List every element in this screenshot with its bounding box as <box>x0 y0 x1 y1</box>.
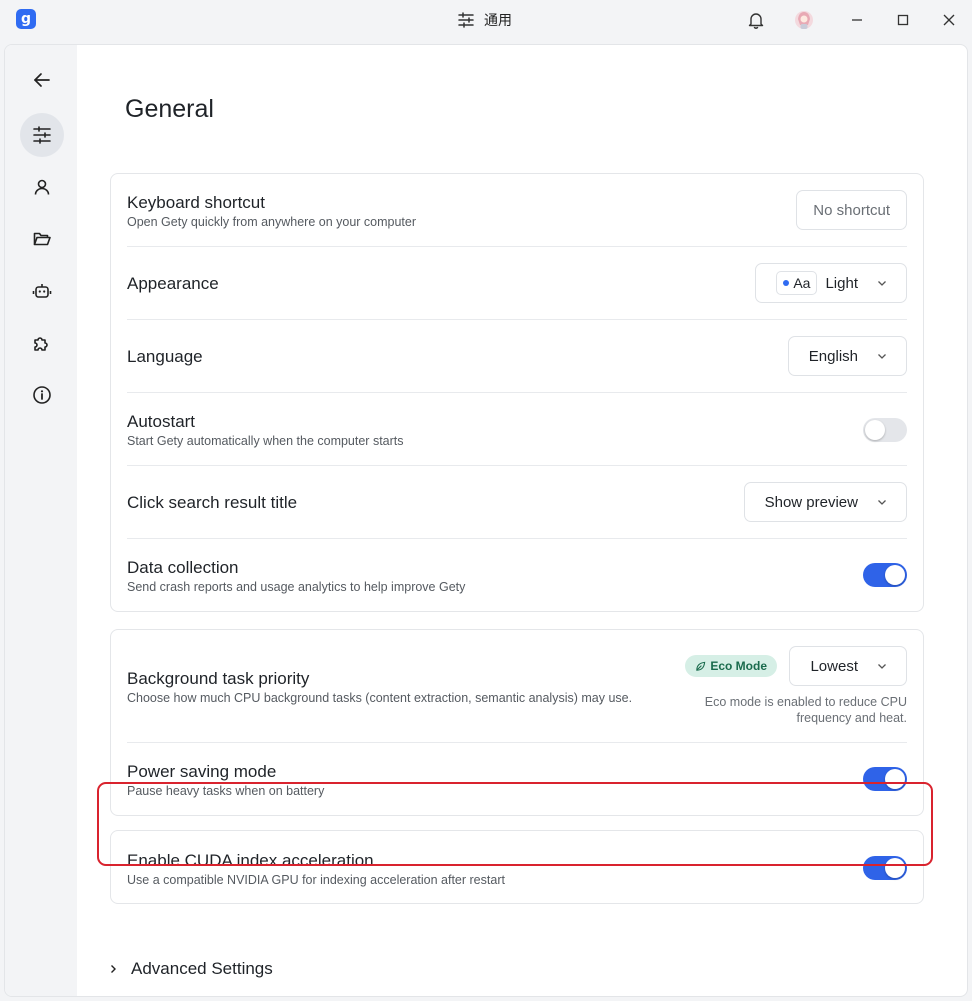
info-icon <box>33 386 51 404</box>
chevron-down-icon <box>878 281 886 286</box>
toggle-knob <box>865 420 885 440</box>
eco-mode-note: Eco mode is enabled to reduce CPU freque… <box>705 694 907 726</box>
priority-select[interactable]: Lowest <box>789 646 907 686</box>
general-settings-card: Keyboard shortcut Open Gety quickly from… <box>110 173 924 612</box>
chevron-right-icon <box>111 965 116 973</box>
minimize-icon[interactable] <box>846 9 868 31</box>
autostart-title: Autostart <box>127 412 196 431</box>
appearance-select[interactable]: Aa Light <box>755 263 907 303</box>
window-title-text: 通用 <box>484 13 512 29</box>
keyboard-shortcut-row: Keyboard shortcut Open Gety quickly from… <box>127 174 907 247</box>
user-icon <box>34 179 50 195</box>
toggle-knob <box>885 565 905 585</box>
sliders-icon <box>458 12 474 28</box>
eco-note-line2: frequency and heat. <box>796 711 908 725</box>
page-title: General <box>125 95 214 123</box>
advanced-settings-label: Advanced Settings <box>131 959 273 978</box>
background-priority-row: Background task priority Choose how much… <box>127 630 907 743</box>
appearance-value: Light <box>825 274 858 292</box>
cuda-desc: Use a compatible NVIDIA GPU for indexing… <box>127 873 505 887</box>
appearance-row: Appearance Aa Light <box>127 247 907 320</box>
highlight-box <box>97 782 933 866</box>
window-title: 通用 <box>458 10 512 30</box>
eco-mode-badge: Eco Mode <box>685 655 777 677</box>
data-collection-title: Data collection <box>127 558 239 577</box>
autostart-desc: Start Gety automatically when the comput… <box>127 434 404 448</box>
chevron-down-icon <box>878 500 886 505</box>
advanced-settings-toggle[interactable]: Advanced Settings <box>107 959 273 979</box>
close-icon[interactable] <box>938 9 960 31</box>
sidebar-item-account[interactable] <box>20 165 64 209</box>
theme-preview-text: Aa <box>793 275 811 291</box>
sidebar-item-general[interactable] <box>20 113 64 157</box>
puzzle-icon <box>34 337 48 351</box>
click-search-title: Click search result title <box>127 493 298 512</box>
sidebar <box>5 45 77 996</box>
background-priority-desc: Choose how much CPU background tasks (co… <box>127 691 633 705</box>
leaf-icon <box>696 661 706 671</box>
chevron-down-icon <box>878 664 886 669</box>
eco-note-line1: Eco mode is enabled to reduce CPU <box>704 695 907 709</box>
back-icon <box>34 73 50 87</box>
keyboard-shortcut-desc: Open Gety quickly from anywhere on your … <box>127 215 417 229</box>
autostart-row: Autostart Start Gety automatically when … <box>127 393 907 466</box>
sidebar-item-ai[interactable] <box>20 269 64 313</box>
autostart-toggle[interactable] <box>863 418 907 442</box>
back-button[interactable] <box>20 58 64 102</box>
chevron-down-icon <box>878 354 886 359</box>
language-select[interactable]: English <box>787 336 907 376</box>
click-search-select[interactable]: Show preview <box>743 482 907 522</box>
data-collection-desc: Send crash reports and usage analytics t… <box>127 580 466 594</box>
priority-value: Lowest <box>810 657 858 675</box>
accent-dot <box>783 280 790 286</box>
sidebar-item-about[interactable] <box>20 373 64 417</box>
sidebar-item-plugins[interactable] <box>20 321 64 365</box>
avatar[interactable] <box>793 9 815 31</box>
data-collection-toggle[interactable] <box>863 563 907 587</box>
power-saving-title: Power saving mode <box>127 762 277 781</box>
theme-preview-badge: Aa <box>776 271 818 295</box>
folder-icon <box>33 232 51 246</box>
robot-icon <box>32 284 52 298</box>
keyboard-shortcut-title: Keyboard shortcut <box>127 193 265 212</box>
maximize-icon[interactable] <box>892 9 914 31</box>
language-value: English <box>808 347 858 365</box>
language-title: Language <box>127 347 203 366</box>
data-collection-row: Data collection Send crash reports and u… <box>127 539 907 612</box>
sidebar-item-folders[interactable] <box>20 217 64 261</box>
appearance-title: Appearance <box>127 274 219 293</box>
bell-icon[interactable] <box>745 9 767 31</box>
eco-mode-text: Eco Mode <box>710 659 767 673</box>
click-search-row: Click search result title Show preview <box>127 466 907 539</box>
shortcut-button[interactable]: No shortcut <box>796 190 907 230</box>
app-logo: g <box>16 9 36 29</box>
title-bar: g 通用 <box>0 0 972 42</box>
sliders-icon <box>33 126 51 144</box>
background-priority-title: Background task priority <box>127 669 310 688</box>
language-row: Language English <box>127 320 907 393</box>
click-search-value: Show preview <box>764 493 858 511</box>
